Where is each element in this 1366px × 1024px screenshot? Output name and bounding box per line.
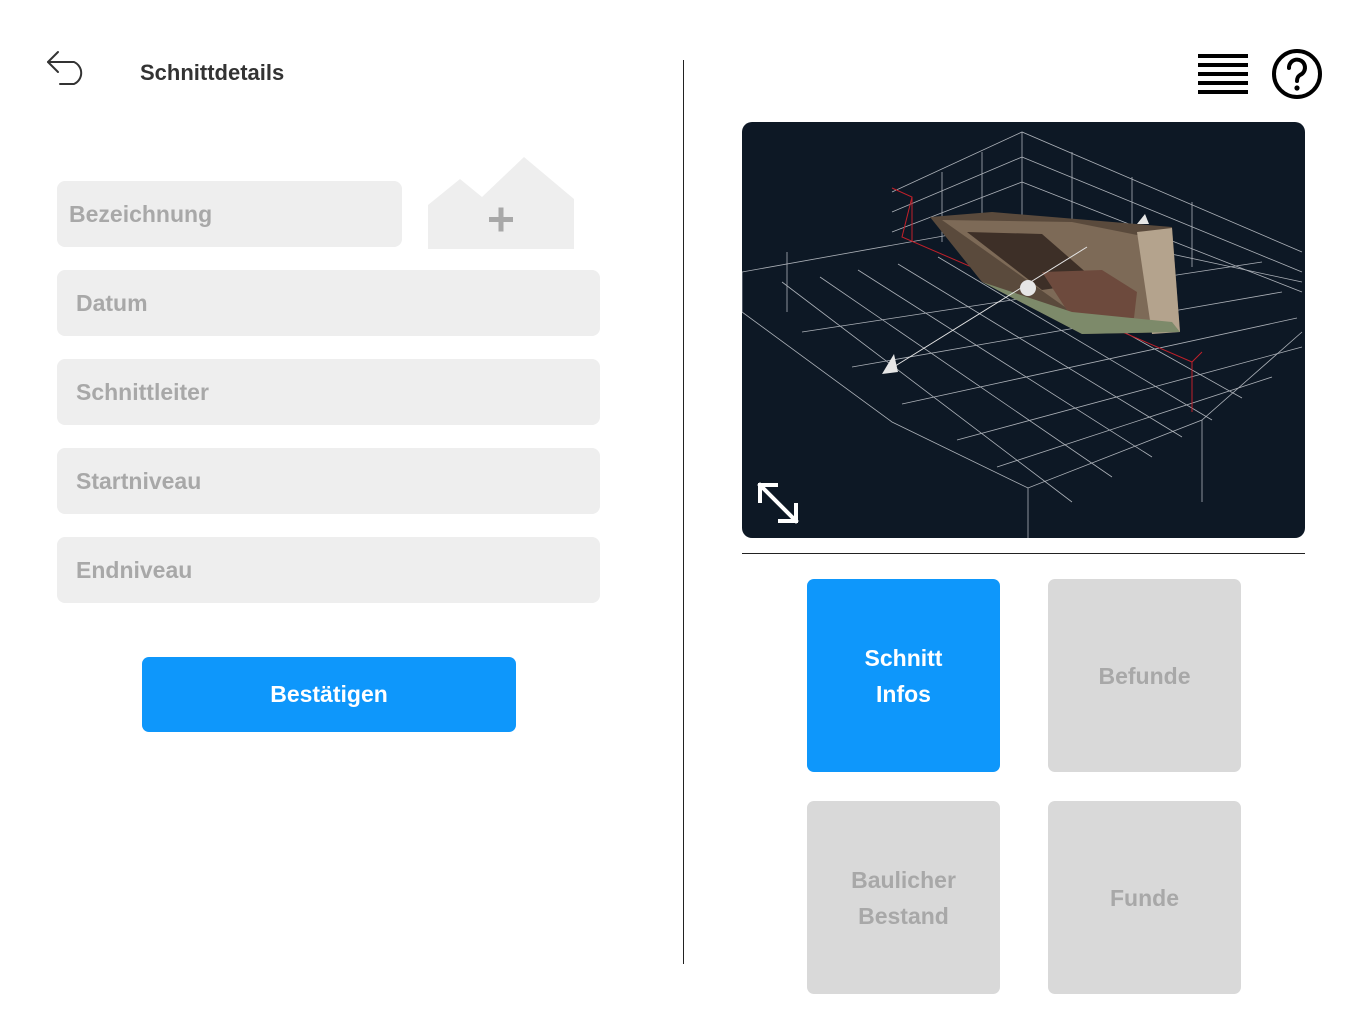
back-button[interactable] — [44, 44, 92, 88]
endniveau-placeholder: Endniveau — [76, 556, 193, 583]
datum-field[interactable]: Datum — [57, 270, 600, 336]
vertical-divider — [683, 60, 684, 964]
datum-placeholder: Datum — [76, 289, 148, 316]
add-image-button[interactable] — [428, 157, 574, 249]
hamburger-menu-icon — [1198, 54, 1248, 94]
horizontal-divider — [742, 553, 1305, 554]
tile-befunde[interactable]: Befunde — [1048, 579, 1241, 772]
schnittleiter-field[interactable]: Schnittleiter — [57, 359, 600, 425]
page-title: Schnittdetails — [140, 60, 285, 85]
startniveau-field[interactable]: Startniveau — [57, 448, 600, 514]
question-circle-icon — [1272, 49, 1322, 99]
3d-model-viewer[interactable] — [742, 122, 1305, 538]
help-button[interactable] — [1271, 48, 1323, 100]
schnittleiter-placeholder: Schnittleiter — [76, 378, 209, 405]
undo-arrow-icon — [47, 51, 83, 85]
expand-viewer-button[interactable] — [754, 479, 802, 527]
confirm-button[interactable]: Bestätigen — [142, 657, 516, 732]
bezeichnung-placeholder: Bezeichnung — [69, 200, 213, 227]
expand-arrows-icon — [757, 482, 799, 524]
bezeichnung-field[interactable]: Bezeichnung — [57, 181, 402, 247]
tile-funde[interactable]: Funde — [1048, 801, 1241, 994]
tile-schnitt-infos[interactable]: Schnitt Infos — [807, 579, 1000, 772]
tile-baulicher-bestand[interactable]: Baulicher Bestand — [807, 801, 1000, 994]
endniveau-field[interactable]: Endniveau — [57, 537, 600, 603]
menu-button[interactable] — [1196, 52, 1252, 96]
3d-excavation-render — [742, 131, 1303, 538]
add-image-icon — [428, 157, 574, 249]
startniveau-placeholder: Startniveau — [76, 467, 202, 494]
